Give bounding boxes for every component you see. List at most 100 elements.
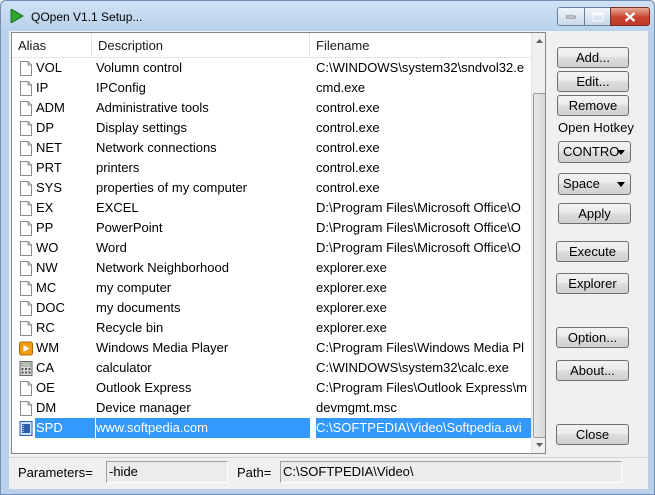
row-filename: explorer.exe (316, 280, 387, 295)
parameters-label: Parameters= (18, 465, 93, 480)
column-header-filename[interactable]: Filename (310, 33, 532, 58)
row-alias: PRT (36, 160, 62, 175)
row-description: properties of my computer (96, 180, 248, 195)
option-button[interactable]: Option... (556, 327, 629, 348)
row-filename: control.exe (316, 180, 380, 195)
table-row[interactable]: SPD www.softpedia.com C:\SOFTPEDIA\Video\S… (12, 418, 532, 438)
table-row[interactable]: EX EXCEL D:\Program Files\Microsoft Office… (12, 198, 532, 218)
row-filename: D:\Program Files\Microsoft Office\O (316, 220, 521, 235)
row-description: my documents (96, 300, 181, 315)
row-filename: C:\Program Files\Windows Media Pl (316, 340, 525, 355)
row-alias: WO (36, 240, 59, 255)
row-description: EXCEL (96, 200, 139, 215)
table-row[interactable]: NET Network connections control.exe (12, 138, 532, 158)
row-description: my computer (96, 280, 172, 295)
row-alias: VOL (36, 60, 63, 75)
table-row[interactable]: DOC my documents explorer.exe (12, 298, 532, 318)
hotkey-key-value: Space (563, 176, 600, 191)
row-alias: ADM (36, 100, 65, 115)
hotkey-modifier-select[interactable]: CONTRO (558, 141, 631, 163)
hotkey-modifier-value: CONTRO (563, 144, 620, 159)
row-alias: DP (36, 120, 55, 135)
maximize-icon (592, 12, 603, 21)
row-description: Network Neighborhood (96, 260, 229, 275)
row-description: calculator (96, 360, 152, 375)
minimize-button[interactable] (557, 7, 585, 26)
scroll-down-icon[interactable] (532, 436, 546, 453)
add-button[interactable]: Add... (557, 47, 629, 68)
file-icon (19, 201, 33, 216)
column-header-description[interactable]: Description (92, 33, 310, 58)
apply-button[interactable]: Apply (558, 203, 631, 224)
table-row[interactable]: WO Word D:\Program Files\Microsoft Office\… (12, 238, 532, 258)
row-filename: control.exe (316, 100, 380, 115)
table-row[interactable]: SYS properties of my computer control.exe (12, 178, 532, 198)
row-description: Windows Media Player (96, 340, 229, 355)
path-label: Path= (237, 465, 272, 480)
minimize-icon (566, 15, 576, 18)
row-filename: C:\WINDOWS\system32\sndvol32.e (316, 60, 525, 75)
table-row[interactable]: MC my computer explorer.exe (12, 278, 532, 298)
row-alias: SPD (35, 418, 95, 438)
status-bar: Parameters= -hide Path= C:\SOFTPEDIA\Vid… (9, 457, 648, 487)
row-alias: PP (36, 220, 54, 235)
file-icon (19, 381, 33, 396)
explorer-button[interactable]: Explorer (556, 273, 629, 294)
row-filename: devmgmt.msc (316, 400, 397, 415)
table-row[interactable]: CA calculator C:\WINDOWS\system32\calc.exe (12, 358, 532, 378)
file-icon (19, 261, 33, 276)
row-alias: CA (36, 360, 55, 375)
table-row[interactable]: RC Recycle bin explorer.exe (12, 318, 532, 338)
about-button[interactable]: About... (556, 360, 629, 381)
file-icon (19, 401, 33, 416)
table-row[interactable]: WM Windows Media Player C:\Program Files\W… (12, 338, 532, 358)
table-row[interactable]: DP Display settings control.exe (12, 118, 532, 138)
row-description: IPConfig (96, 80, 146, 95)
path-field: C:\SOFTPEDIA\Video\ (280, 461, 622, 483)
title-bar[interactable]: QOpen V1.1 Setup... (1, 1, 654, 31)
parameters-field: -hide (106, 461, 228, 483)
file-icon (19, 161, 33, 176)
scroll-up-icon[interactable] (532, 33, 546, 50)
row-description: www.softpedia.com (96, 418, 310, 438)
column-header-alias[interactable]: Alias (12, 33, 92, 58)
row-filename: cmd.exe (316, 80, 366, 95)
alias-list[interactable]: Alias Description Filename VOL Volumn con… (11, 32, 546, 454)
row-alias: EX (36, 200, 54, 215)
row-alias: DM (36, 400, 57, 415)
row-description: Word (96, 240, 127, 255)
app-window: QOpen V1.1 Setup... Alias Description Fi… (0, 0, 655, 495)
list-header: Alias Description Filename (12, 33, 532, 58)
remove-button[interactable]: Remove (557, 95, 629, 116)
row-filename: control.exe (316, 160, 380, 175)
row-filename: explorer.exe (316, 300, 387, 315)
table-row[interactable]: ADM Administrative tools control.exe (12, 98, 532, 118)
scrollbar-thumb[interactable] (533, 93, 545, 438)
row-filename: control.exe (316, 140, 380, 155)
row-alias: RC (36, 320, 55, 335)
file-icon (19, 241, 33, 256)
table-row[interactable]: PRT printers control.exe (12, 158, 532, 178)
edit-button[interactable]: Edit... (557, 71, 629, 92)
table-row[interactable]: IP IPConfig cmd.exe (12, 78, 532, 98)
close-button[interactable]: Close (556, 424, 629, 445)
video-file-icon (19, 421, 33, 436)
maximize-button[interactable] (584, 7, 611, 26)
file-icon (19, 281, 33, 296)
file-icon (19, 81, 33, 96)
dialog-body: Alias Description Filename VOL Volumn con… (9, 31, 648, 489)
row-filename: explorer.exe (316, 260, 387, 275)
table-row[interactable]: OE Outlook Express C:\Program Files\Outloo… (12, 378, 532, 398)
window-title: QOpen V1.1 Setup... (31, 10, 143, 24)
table-row[interactable]: NW Network Neighborhood explorer.exe (12, 258, 532, 278)
table-row[interactable]: PP PowerPoint D:\Program Files\Microsoft O… (12, 218, 532, 238)
file-icon (19, 141, 33, 156)
close-window-button[interactable] (610, 7, 650, 26)
execute-button[interactable]: Execute (556, 241, 629, 262)
vertical-scrollbar[interactable] (531, 33, 546, 453)
hotkey-key-select[interactable]: Space (558, 173, 631, 195)
table-row[interactable]: VOL Volumn control C:\WINDOWS\system32\snd… (12, 58, 532, 78)
row-filename: explorer.exe (316, 320, 387, 335)
file-icon (19, 61, 33, 76)
table-row[interactable]: DM Device manager devmgmt.msc (12, 398, 532, 418)
